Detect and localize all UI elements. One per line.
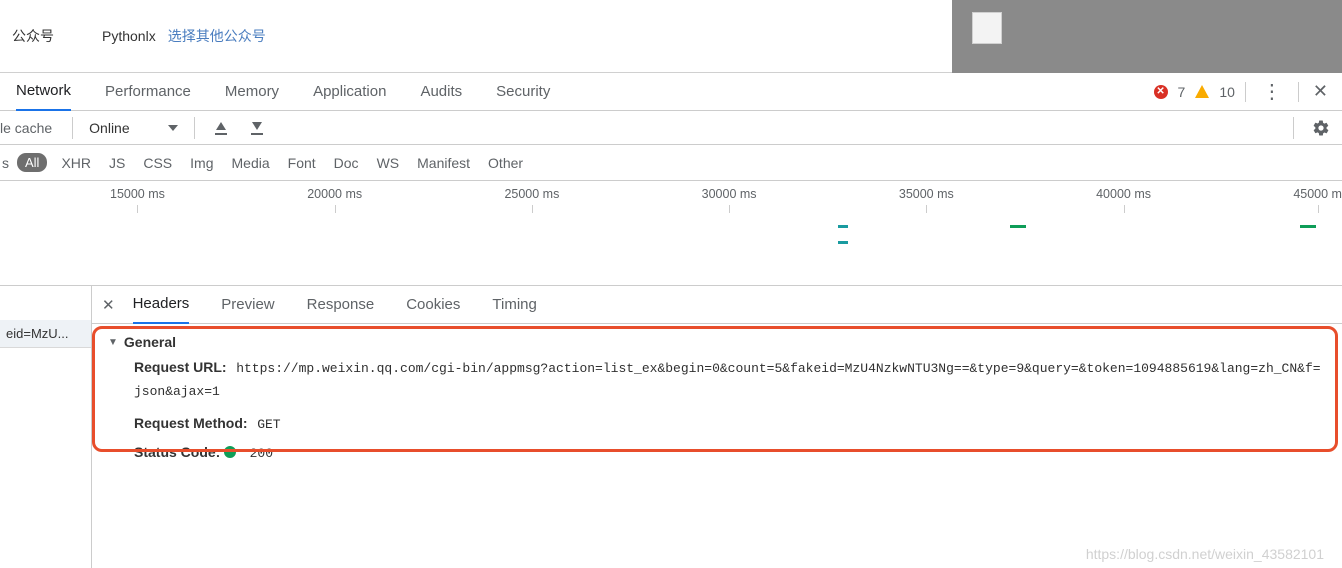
tick: 35000 ms xyxy=(899,187,954,201)
timeline-mark xyxy=(838,241,848,244)
details-panel: ✕ Headers Preview Response Cookies Timin… xyxy=(92,286,1342,568)
detail-tab-cookies[interactable]: Cookies xyxy=(406,286,460,324)
detail-tab-headers[interactable]: Headers xyxy=(133,286,190,324)
network-toolbar: le cache Online xyxy=(0,111,1342,145)
tick: 40000 ms xyxy=(1096,187,1151,201)
tab-audits[interactable]: Audits xyxy=(420,73,462,111)
side-panel-box xyxy=(972,12,1002,44)
kebab-menu-icon[interactable]: ⋮ xyxy=(1256,79,1288,104)
general-section: General Request URL: https://mp.weixin.q… xyxy=(92,324,1342,473)
detail-tab-timing[interactable]: Timing xyxy=(492,286,536,324)
warning-icon[interactable] xyxy=(1195,85,1209,98)
toolbar-separator xyxy=(1293,117,1294,139)
detail-tab-preview[interactable]: Preview xyxy=(221,286,274,324)
filter-ws[interactable]: WS xyxy=(377,155,400,171)
filter-manifest[interactable]: Manifest xyxy=(417,155,470,171)
cache-label: le cache xyxy=(0,120,64,136)
tab-security[interactable]: Security xyxy=(496,73,550,111)
download-icon[interactable] xyxy=(249,120,265,136)
general-title[interactable]: General xyxy=(108,334,1326,350)
tabbar-right: ✕ 7 10 ⋮ ✕ xyxy=(1154,79,1332,104)
divider xyxy=(1245,82,1246,102)
tick: 25000 ms xyxy=(504,187,559,201)
throttle-select[interactable]: Online xyxy=(81,118,185,138)
status-code-label: Status Code: xyxy=(134,444,220,460)
timeline-mark xyxy=(1300,225,1316,228)
filter-other[interactable]: Other xyxy=(488,155,523,171)
tick: 45000 m xyxy=(1293,187,1342,201)
throttle-value: Online xyxy=(89,120,129,136)
tab-performance[interactable]: Performance xyxy=(105,73,191,111)
timeline-ticks: 15000 ms 20000 ms 25000 ms 30000 ms 3500… xyxy=(0,181,1342,201)
side-panel-bg xyxy=(952,0,1342,73)
filter-all[interactable]: All xyxy=(17,153,47,172)
tab-application[interactable]: Application xyxy=(313,73,386,111)
choose-account-link[interactable]: 选择其他公众号 xyxy=(168,26,266,46)
warning-count: 10 xyxy=(1219,84,1235,100)
tick: 15000 ms xyxy=(110,187,165,201)
filter-media[interactable]: Media xyxy=(232,155,270,171)
request-url-value: https://mp.weixin.qq.com/cgi-bin/appmsg?… xyxy=(134,361,1321,399)
split-panel: eid=MzU... ✕ Headers Preview Response Co… xyxy=(0,286,1342,568)
request-method-row: Request Method: GET xyxy=(108,409,1326,438)
request-url-label: Request URL: xyxy=(134,359,227,375)
timeline[interactable]: 15000 ms 20000 ms 25000 ms 30000 ms 3500… xyxy=(0,181,1342,286)
page-header: 公众号 Pythonlx 选择其他公众号 xyxy=(0,0,1342,73)
filter-prefix: s xyxy=(0,155,9,171)
request-row[interactable]: eid=MzU... xyxy=(0,320,91,348)
watermark: https://blog.csdn.net/weixin_43582101 xyxy=(1086,546,1324,562)
toolbar-separator xyxy=(72,117,73,139)
timeline-mark xyxy=(1010,225,1026,228)
page-account: Pythonlx xyxy=(102,28,156,44)
tick: 20000 ms xyxy=(307,187,362,201)
toolbar-separator xyxy=(194,117,195,139)
detail-tab-response[interactable]: Response xyxy=(307,286,375,324)
status-code-row: Status Code: 200 xyxy=(108,438,1326,467)
status-code-value: 200 xyxy=(244,446,273,461)
filter-font[interactable]: Font xyxy=(288,155,316,171)
request-list: eid=MzU... xyxy=(0,286,92,568)
request-method-label: Request Method: xyxy=(134,415,248,431)
filter-xhr[interactable]: XHR xyxy=(61,155,91,171)
filter-bar: s All XHR JS CSS Img Media Font Doc WS M… xyxy=(0,145,1342,181)
error-count: 7 xyxy=(1178,84,1186,100)
timeline-mark xyxy=(838,225,848,228)
filter-img[interactable]: Img xyxy=(190,155,213,171)
request-method-value: GET xyxy=(251,417,280,432)
status-dot-icon xyxy=(224,446,236,458)
request-url-row: Request URL: https://mp.weixin.qq.com/cg… xyxy=(108,350,1326,409)
filter-doc[interactable]: Doc xyxy=(334,155,359,171)
upload-icon[interactable] xyxy=(213,120,229,136)
filter-js[interactable]: JS xyxy=(109,155,125,171)
tab-memory[interactable]: Memory xyxy=(225,73,279,111)
error-icon[interactable]: ✕ xyxy=(1154,85,1168,99)
gear-icon[interactable] xyxy=(1312,119,1330,137)
tab-network[interactable]: Network xyxy=(16,73,71,111)
divider xyxy=(1298,82,1299,102)
close-icon[interactable]: ✕ xyxy=(1309,81,1332,102)
details-close-icon[interactable]: ✕ xyxy=(102,296,115,314)
detail-tabs: ✕ Headers Preview Response Cookies Timin… xyxy=(92,286,1342,324)
devtools-tabbar: Network Performance Memory Application A… xyxy=(0,73,1342,111)
filter-css[interactable]: CSS xyxy=(143,155,172,171)
chevron-down-icon xyxy=(168,125,178,131)
tick: 30000 ms xyxy=(702,187,757,201)
page-label: 公众号 xyxy=(12,26,54,46)
